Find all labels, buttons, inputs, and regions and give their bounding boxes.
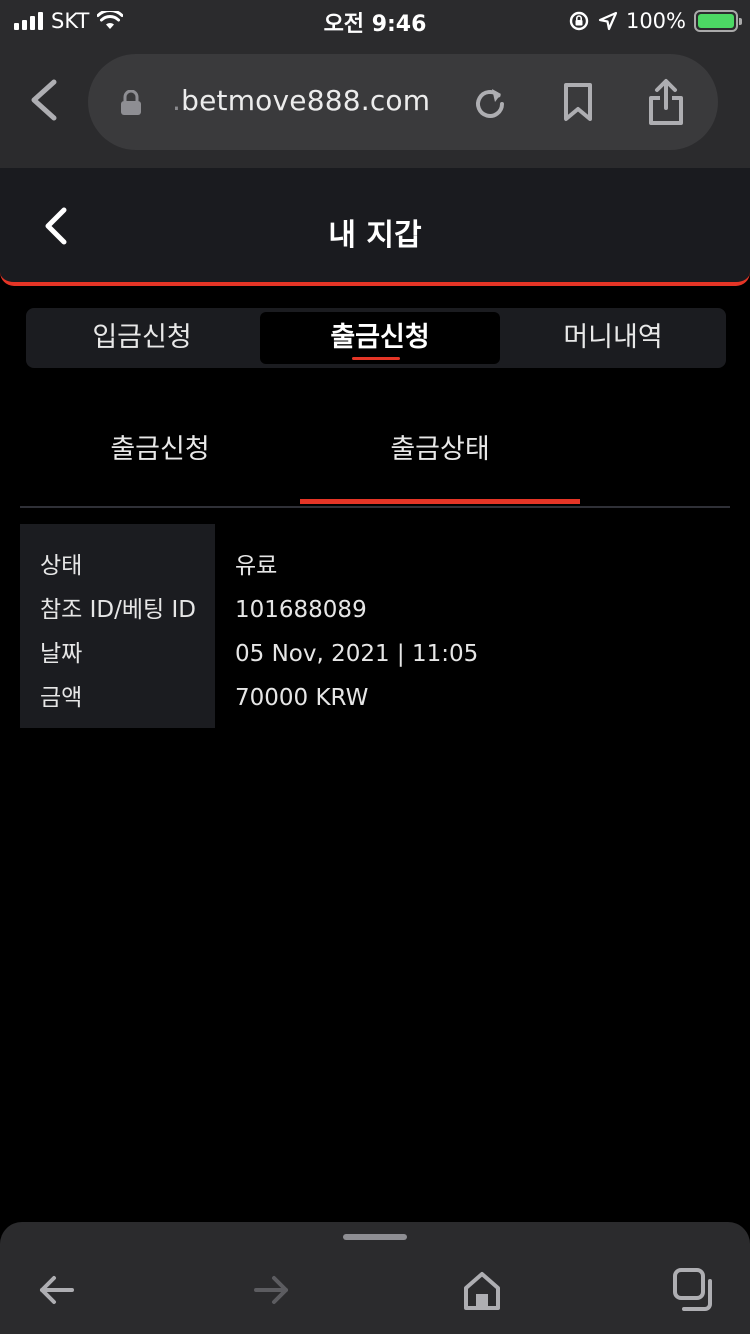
- url-prefix: .: [172, 84, 182, 117]
- battery-percent: 100%: [625, 9, 686, 33]
- main-tabs: 입금신청 출금신청 머니내역: [26, 308, 726, 368]
- status-bar: SKT 오전 9:46 100%: [0, 0, 750, 42]
- battery-icon: [694, 10, 742, 32]
- sub-tabs: 출금신청 출금상태: [20, 410, 730, 508]
- value-reference-id: 101688089: [235, 597, 367, 623]
- tab-money-history[interactable]: 머니내역: [500, 308, 726, 368]
- value-date: 05 Nov, 2021 | 11:05: [235, 641, 479, 667]
- subtab-withdraw-request[interactable]: 출금신청: [20, 410, 300, 504]
- browser-toolbar: [0, 1222, 750, 1334]
- tab-deposit-request[interactable]: 입금신청: [26, 308, 258, 368]
- lock-icon: [121, 90, 141, 115]
- app-header: 내 지갑: [0, 168, 750, 286]
- page-title: 내 지갑: [328, 218, 422, 253]
- arrow-back-icon[interactable]: [34, 1266, 82, 1314]
- value-status: 유료: [235, 553, 278, 579]
- tab-withdraw-request[interactable]: 출금신청: [260, 312, 500, 364]
- tab-withdraw-request-label: 출금신청: [330, 322, 430, 353]
- address-bar[interactable]: .betmove888.com: [88, 54, 718, 150]
- status-right: 100%: [568, 6, 742, 36]
- active-tab-indicator: [352, 357, 400, 360]
- label-status: 상태: [40, 553, 83, 579]
- browser-back-icon[interactable]: [22, 76, 66, 124]
- url-text[interactable]: .betmove888.com: [172, 84, 430, 117]
- url-domain: betmove888.com: [181, 84, 431, 117]
- arrow-forward-icon[interactable]: [246, 1266, 294, 1314]
- reload-icon[interactable]: [470, 84, 510, 124]
- orientation-lock-icon: [569, 11, 589, 31]
- toolbar-handle[interactable]: [343, 1234, 407, 1240]
- withdraw-status-detail: 상태 참조 ID/베팅 ID 날짜 금액 유료 101688089 05 Nov…: [20, 524, 730, 728]
- detail-label-column: 상태 참조 ID/베팅 ID 날짜 금액: [20, 524, 215, 728]
- bookmark-icon[interactable]: [560, 82, 596, 122]
- label-date: 날짜: [40, 641, 83, 667]
- label-amount: 금액: [40, 685, 83, 711]
- browser-bar: .betmove888.com: [0, 42, 750, 168]
- label-reference-id: 참조 ID/베팅 ID: [40, 597, 196, 623]
- home-icon[interactable]: [458, 1266, 506, 1314]
- value-amount: 70000 KRW: [235, 685, 369, 711]
- share-icon[interactable]: [646, 78, 686, 126]
- subtab-withdraw-status[interactable]: 출금상태: [300, 410, 580, 504]
- location-icon: [598, 11, 618, 31]
- tabs-icon[interactable]: [670, 1266, 718, 1314]
